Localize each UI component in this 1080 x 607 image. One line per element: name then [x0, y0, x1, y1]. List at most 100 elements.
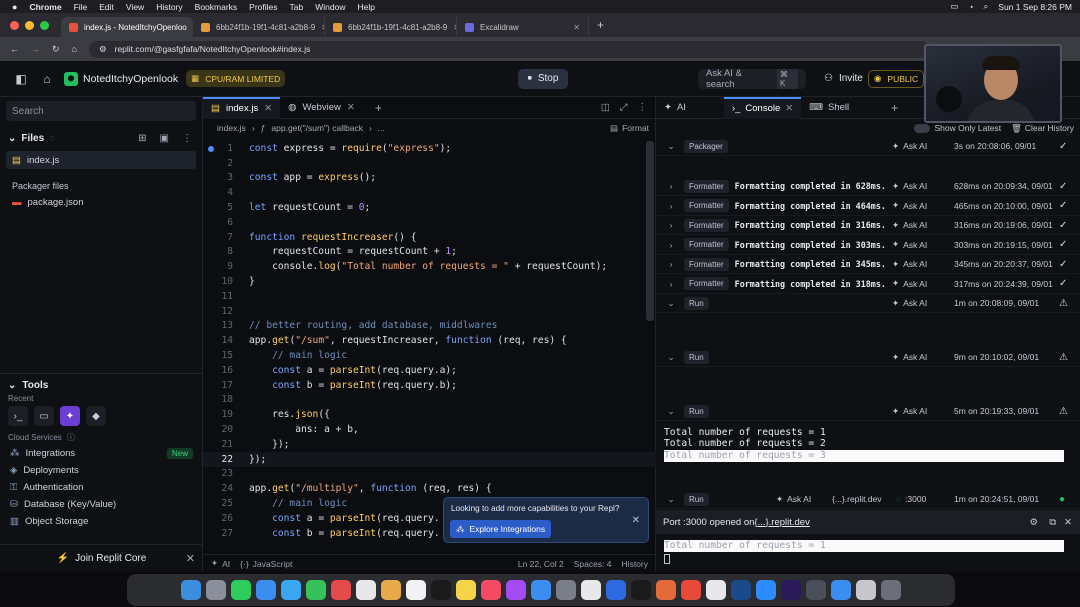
- ask-ai-button[interactable]: ✦ Ask AI: [892, 298, 927, 309]
- files-info-icon[interactable]: ◌: [49, 133, 54, 143]
- trash-dock-icon[interactable]: [881, 580, 901, 600]
- code-line[interactable]: 6: [203, 215, 656, 230]
- browser-tab[interactable]: index.js - NotedItchyOpenloo ✕: [61, 17, 193, 37]
- site-info-icon[interactable]: ⚙: [99, 44, 107, 55]
- wifi-icon[interactable]: ◔: [968, 2, 973, 12]
- chevron-right-icon[interactable]: ›: [662, 259, 680, 269]
- explore-integrations-button[interactable]: ⁂ Explore Integrations: [450, 520, 552, 538]
- ask-ai-button[interactable]: ✦ Ask AI: [892, 181, 927, 192]
- close-tab-icon[interactable]: ✕: [264, 103, 272, 114]
- menu-window[interactable]: Window: [315, 2, 345, 12]
- reload-icon[interactable]: ↻: [52, 44, 60, 55]
- new-folder-icon[interactable]: ▣: [160, 133, 169, 144]
- chevron-down-icon[interactable]: ⌄: [662, 141, 680, 152]
- breadcrumb-more[interactable]: ...: [378, 123, 385, 133]
- apple-icon[interactable]: ●: [12, 2, 17, 12]
- close-icon[interactable]: ✕: [186, 552, 195, 565]
- code-line[interactable]: 19 res. json({: [203, 407, 656, 422]
- chevron-right-icon[interactable]: ›: [662, 220, 680, 230]
- console-entry-run[interactable]: ⌄ Run ✦ Ask AI {...}.replit.dev ◌:3000 1m…: [656, 490, 1080, 509]
- notes-dock-icon[interactable]: [456, 580, 476, 600]
- new-tab-icon[interactable]: +: [597, 18, 604, 32]
- menu-app-name[interactable]: Chrome: [29, 2, 61, 12]
- code-line[interactable]: 20 ans: a + b,: [203, 422, 656, 437]
- join-replit-core-banner[interactable]: ⚡ Join Replit Core ✕: [0, 544, 203, 572]
- tab-shell[interactable]: ⌨ Shell: [801, 97, 857, 119]
- ask-ai-button[interactable]: ✦ Ask AI: [776, 494, 811, 505]
- preview-dock-icon[interactable]: [856, 580, 876, 600]
- service-authentication[interactable]: ⚿ Authentication: [0, 479, 203, 496]
- menu-profiles[interactable]: Profiles: [249, 2, 277, 12]
- port-link[interactable]: {...}.replit.dev: [754, 517, 809, 528]
- deploy-tool-icon[interactable]: ◆: [86, 406, 106, 426]
- ask-ai-button[interactable]: ✦ Ask AI: [892, 278, 927, 289]
- clear-history-button[interactable]: 🗑 Clear History: [1011, 123, 1074, 134]
- indent-setting[interactable]: Spaces: 4: [574, 559, 612, 569]
- language-status[interactable]: {·} JavaScript: [240, 559, 292, 569]
- close-tab-icon[interactable]: ✕: [573, 23, 580, 32]
- tab-webview[interactable]: ◍ Webview ✕: [280, 97, 363, 119]
- code-line[interactable]: 18: [203, 393, 656, 408]
- code-line[interactable]: 16 const a = parseInt (req.query.a);: [203, 363, 656, 378]
- console-entry-formatter[interactable]: › Formatter Formatting completed in 318ms.…: [656, 275, 1080, 294]
- service-object-storage[interactable]: ▥ Object Storage: [0, 513, 203, 530]
- split-pane-icon[interactable]: ◫: [601, 102, 610, 113]
- tab-console[interactable]: ›_ Console ✕: [723, 96, 802, 119]
- history-button[interactable]: History: [622, 559, 648, 569]
- back-icon[interactable]: ←: [10, 44, 19, 54]
- console-entry-run[interactable]: ⌄ Run ✦ Ask AI 9m on 20:10:02, 09/01 ⚠: [656, 348, 1080, 367]
- sidebar-search-input[interactable]: Search: [6, 101, 196, 121]
- app-store-dock-icon[interactable]: [531, 580, 551, 600]
- notion-dock-icon[interactable]: [706, 580, 726, 600]
- code-line[interactable]: 5 let requestCount = 0;: [203, 200, 656, 215]
- console-entry-formatter[interactable]: › Formatter Formatting completed in 345ms.…: [656, 255, 1080, 274]
- postman-dock-icon[interactable]: [681, 580, 701, 600]
- chevron-right-icon[interactable]: ›: [662, 240, 680, 250]
- tab-ai[interactable]: ✦ AI: [656, 97, 694, 119]
- service-database[interactable]: ⛁ Database (Key/Value): [0, 496, 203, 513]
- close-tab-icon[interactable]: ✕: [785, 103, 793, 114]
- close-icon[interactable]: ✕: [1064, 517, 1072, 528]
- home-icon[interactable]: ⌂: [38, 72, 56, 86]
- code-line[interactable]: 12: [203, 304, 656, 319]
- console-entry-formatter[interactable]: › Formatter Formatting completed in 464ms.…: [656, 197, 1080, 216]
- cloud-dock-icon[interactable]: [831, 580, 851, 600]
- chevron-down-icon[interactable]: ⌄: [662, 298, 680, 309]
- cursor-position[interactable]: Ln 22, Col 2: [518, 559, 564, 569]
- browser-tab[interactable]: Excalidraw ✕: [457, 17, 589, 37]
- toggle-switch[interactable]: [914, 123, 931, 133]
- mail-dock-icon[interactable]: [256, 580, 276, 600]
- settings-dock-icon[interactable]: [556, 580, 576, 600]
- menu-file[interactable]: File: [74, 2, 88, 12]
- code-line[interactable]: 24 app. get("/multiply", function (req, re…: [203, 481, 656, 496]
- console-tool-icon[interactable]: ›_: [8, 406, 28, 426]
- console-entry-formatter[interactable]: › Formatter Formatting completed in 303ms.…: [656, 236, 1080, 255]
- music-dock-icon[interactable]: [481, 580, 501, 600]
- search-icon[interactable]: ⌕: [984, 1, 989, 12]
- photos-dock-icon[interactable]: [331, 580, 351, 600]
- close-tab-icon[interactable]: ✕: [347, 102, 355, 113]
- brave-dock-icon[interactable]: [656, 580, 676, 600]
- code-line[interactable]: 10}: [203, 274, 656, 289]
- breadcrumb-file[interactable]: index.js: [217, 123, 246, 133]
- podcasts-dock-icon[interactable]: [506, 580, 526, 600]
- ai-status[interactable]: ✦ AI: [211, 558, 230, 569]
- tab-index-js[interactable]: ▤ index.js ✕: [203, 96, 281, 119]
- info-icon[interactable]: ⓘ: [67, 432, 75, 443]
- files-section-header[interactable]: ⌄ Files ◌ ⊞ ▣ ⋮: [0, 127, 202, 149]
- ask-ai-search[interactable]: Ask AI & search ⌘ K: [698, 68, 806, 90]
- calendar-dock-icon[interactable]: [356, 580, 376, 600]
- code-line[interactable]: 3 const app = express ();: [203, 171, 656, 186]
- chevron-down-icon[interactable]: ⌄: [662, 494, 680, 505]
- port-status[interactable]: ◌:3000: [896, 494, 926, 504]
- steam-dock-icon[interactable]: [731, 580, 751, 600]
- code-line[interactable]: 15 // main logic: [203, 348, 656, 363]
- chevron-right-icon[interactable]: ›: [662, 181, 680, 191]
- tv-dock-icon[interactable]: [431, 580, 451, 600]
- battery-icon[interactable]: ▭: [950, 1, 958, 12]
- ask-ai-button[interactable]: ✦ Ask AI: [892, 352, 927, 363]
- menu-edit[interactable]: Edit: [99, 2, 114, 12]
- menu-history[interactable]: History: [156, 2, 182, 12]
- vscode-dock-icon[interactable]: [606, 580, 626, 600]
- service-deployments[interactable]: ◈ Deployments: [0, 462, 203, 479]
